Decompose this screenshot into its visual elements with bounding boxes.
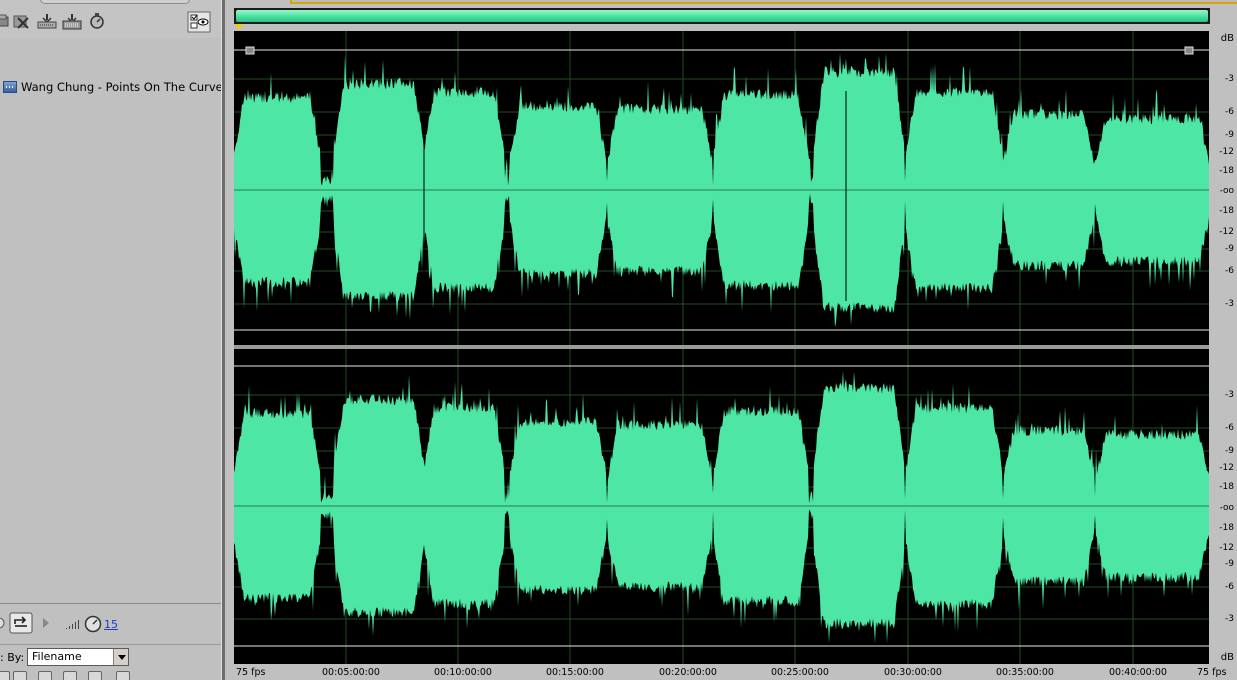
time-tick-label: 00:40:00:00 [1109,667,1167,678]
channel-divider[interactable] [234,345,1209,349]
files-tab[interactable] [40,0,190,4]
db-label: -9 [1225,559,1234,569]
waveform-channel[interactable] [234,370,1209,644]
insert-multitrack-icon[interactable] [37,12,57,30]
list-view-icon[interactable] [38,671,52,680]
db-label: -3 [1225,74,1234,84]
db-label: dB [1220,652,1234,663]
sort-by-select[interactable]: Filename [27,648,129,666]
db-label: -18 [1219,523,1234,533]
sort-label: : By: [0,651,25,664]
db-label: -12 [1219,543,1234,553]
time-tick-label: 00:35:00:00 [996,667,1054,678]
db-label: -18 [1219,206,1234,216]
db-label: -9 [1225,446,1234,456]
show-hide-icon[interactable] [187,11,211,33]
time-tick-label: 00:05:00:00 [322,667,380,678]
db-ruler: dB -3 -6 -9 -12 -18 -oo -18 -12 -9 -6 -3 -3 -6 -9 -12 -1… [1209,31,1237,664]
time-ruler-start-label: 75 fps [236,667,266,678]
db-label: -18 [1219,166,1234,176]
db-label: -9 [1225,244,1234,254]
db-label: -6 [1225,107,1234,117]
files-panel: Wang Chung - Points On The Curve.wav 15 … [0,0,250,680]
volume-icon[interactable] [65,618,81,630]
search-icon[interactable] [88,671,102,680]
envelope-handle[interactable] [1184,46,1194,55]
timer-icon[interactable] [84,615,102,633]
db-label: -9 [1225,130,1234,140]
transport-controls: 15 [0,608,221,638]
time-tick-label: 00:25:00:00 [771,667,829,678]
overview-bar[interactable] [234,8,1210,24]
time-tick-label: 00:30:00:00 [884,667,942,678]
db-label: -12 [1219,463,1234,473]
time-tick-label: 00:10:00:00 [434,667,492,678]
file-list[interactable]: Wang Chung - Points On The Curve.wav [0,38,250,604]
close-file-icon[interactable] [12,12,32,30]
sort-icon[interactable] [13,671,27,680]
db-label: dB [1220,33,1234,44]
file-name: Wang Chung - Points On The Curve.wav [21,80,250,94]
autoplay-icon[interactable] [88,12,108,30]
filter-icon[interactable] [0,671,10,680]
waveform-display[interactable] [234,31,1209,664]
time-tick-label: 00:15:00:00 [546,667,604,678]
db-label: -3 [1225,390,1234,400]
db-label: -6 [1225,582,1234,592]
overview-range[interactable] [236,10,1208,22]
time-tick-label: 00:20:00:00 [659,667,717,678]
time-ruler-end-label: 75 fps [1197,667,1227,678]
db-label: -oo [1219,186,1234,196]
waveform-editor: dB -3 -6 -9 -12 -18 -oo -18 -12 -9 -6 -3 -3 -6 -9 -12 -1… [225,0,1237,680]
bottom-toolbar [0,671,221,680]
db-label: -12 [1219,147,1234,157]
sort-selected-value: Filename [32,650,82,663]
db-label: -3 [1225,299,1234,309]
folder-icon[interactable] [116,671,130,680]
db-label: -18 [1219,482,1234,492]
main-tab[interactable] [290,0,1237,4]
insert-cd-icon[interactable] [62,12,82,30]
sort-row: : By: Filename [0,644,221,668]
details-icon[interactable] [63,671,77,680]
wave-file-icon [3,81,17,93]
db-label: -6 [1225,423,1234,433]
loop-icon[interactable] [9,612,33,634]
db-label: -12 [1219,227,1234,237]
db-label: -6 [1225,266,1234,276]
files-toolbar [0,0,221,38]
waveform-canvas[interactable] [234,31,1209,664]
playhead-marker[interactable] [235,24,243,30]
chevron-down-icon[interactable] [113,649,128,665]
time-ruler[interactable]: 75 fps 00:05:00:00 00:10:00:00 00:15:00:00 0… [234,664,1237,680]
next-icon[interactable] [42,617,50,629]
file-list-item[interactable]: Wang Chung - Points On The Curve.wav [3,79,250,95]
autoplay-value[interactable]: 15 [104,618,118,631]
db-label: -oo [1219,503,1234,513]
envelope-handle[interactable] [245,46,255,55]
play-icon[interactable] [0,615,6,631]
db-label: -3 [1225,614,1234,624]
